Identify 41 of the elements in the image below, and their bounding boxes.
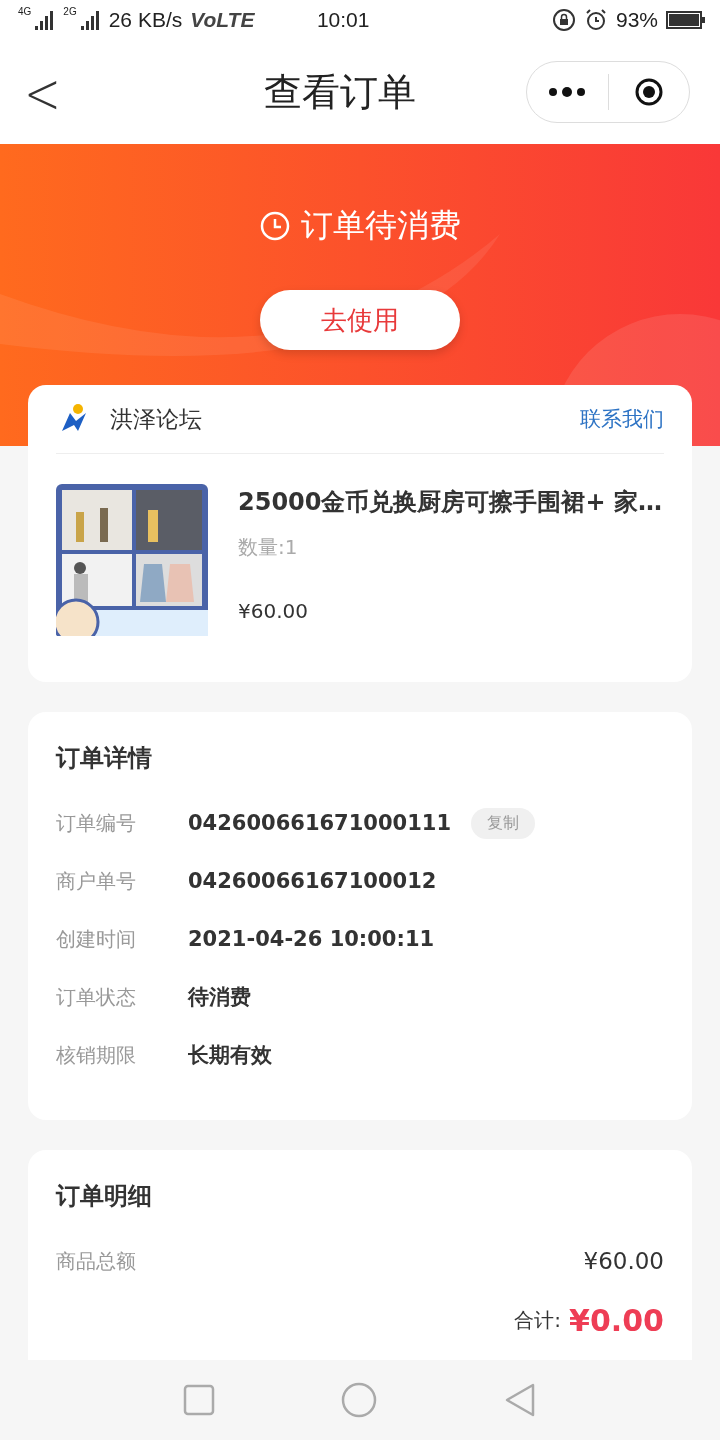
- battery-icon: [666, 10, 706, 30]
- volte-label: VoLTE: [190, 8, 255, 32]
- more-icon: [547, 86, 588, 98]
- circle-icon: [340, 1381, 378, 1419]
- field-label: 订单状态: [56, 983, 137, 1011]
- rotation-lock-icon: [551, 8, 576, 32]
- field-value: 04260066167100012: [188, 869, 437, 893]
- field-value: ¥60.00: [583, 1248, 664, 1274]
- page-title: 查看订单: [263, 68, 418, 116]
- field-value: 长期有效: [188, 1042, 272, 1069]
- contact-link[interactable]: 联系我们: [580, 405, 664, 433]
- back-button[interactable]: <: [16, 58, 69, 126]
- section-title: 订单详情: [56, 743, 153, 774]
- clock-icon: [259, 210, 291, 242]
- network-speed: 26 KB/s: [108, 8, 183, 32]
- total-label: 合计:: [514, 1306, 562, 1334]
- field-label: 订单编号: [56, 809, 137, 837]
- section-title: 订单明细: [56, 1181, 153, 1212]
- order-status-title: 订单待消费: [301, 205, 461, 246]
- field-label: 创建时间: [56, 925, 137, 953]
- field-label: 核销期限: [56, 1041, 137, 1069]
- field-value: 042600661671000111: [188, 811, 451, 835]
- copy-button[interactable]: 复制: [471, 807, 535, 839]
- square-icon: [182, 1384, 215, 1416]
- store-name: 洪泽论坛: [110, 404, 203, 434]
- field-label: 商品总额: [56, 1247, 137, 1275]
- signal-icon: [80, 10, 101, 30]
- field-label: 商户单号: [56, 867, 137, 895]
- field-value: 2021-04-26 10:00:11: [188, 927, 435, 951]
- product-price: ¥60.00: [238, 599, 309, 623]
- field-value: 待消费: [188, 984, 251, 1011]
- network-label: 4G: [18, 6, 32, 17]
- clock: 10:01: [315, 8, 371, 32]
- target-icon: [633, 77, 664, 107]
- network-label: 2G: [63, 6, 77, 17]
- total-amount: ¥0.00: [569, 1302, 664, 1338]
- product-title: 25000金币兑换厨房可擦手围裙+ 家…: [238, 487, 663, 518]
- use-button[interactable]: 去使用: [260, 290, 460, 350]
- battery-percent: 93%: [615, 8, 658, 32]
- signal-icon: [35, 10, 56, 30]
- product-quantity: 数量:1: [238, 534, 299, 561]
